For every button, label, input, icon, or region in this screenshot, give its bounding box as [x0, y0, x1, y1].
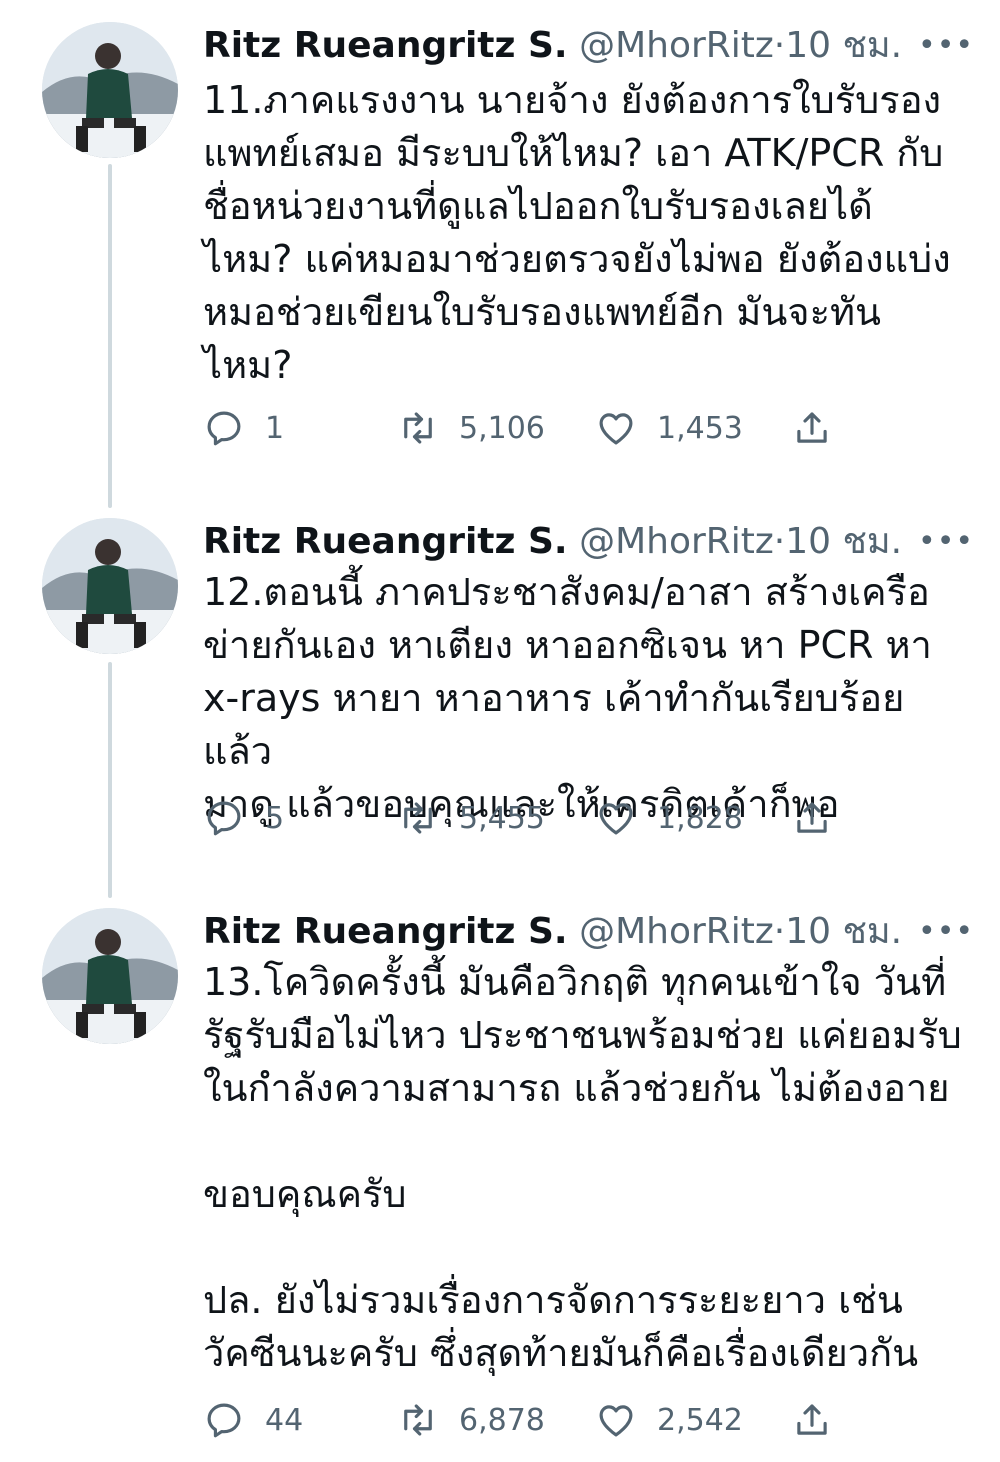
avatar-photo: [42, 22, 178, 158]
more-options-icon[interactable]: •••: [918, 28, 974, 63]
share-button[interactable]: [791, 406, 833, 450]
retweet-icon: [404, 802, 432, 834]
tweet-time[interactable]: 10 ชม.: [785, 521, 902, 562]
separator-dot: ·: [773, 521, 786, 562]
retweet-count: 5,106: [459, 410, 545, 446]
author-handle[interactable]: @MhorRitz: [579, 25, 774, 66]
heart-icon: [599, 803, 633, 835]
reply-count: 5: [265, 800, 285, 836]
author-handle[interactable]: @MhorRitz: [579, 521, 774, 562]
avatar-photo: [42, 518, 178, 654]
author-handle[interactable]: @MhorRitz: [579, 911, 774, 952]
like-count: 1,453: [657, 410, 743, 446]
share-button[interactable]: [791, 796, 833, 840]
tweet-header: Ritz Rueangritz S. @MhorRitz·10 ชม.: [203, 910, 902, 954]
heart-icon: [599, 1405, 633, 1437]
retweet-count: 6,878: [459, 1402, 545, 1438]
share-icon: [797, 802, 827, 833]
like-count: 1,828: [657, 800, 743, 836]
tweet-actions: 44 6,878 2,542: [203, 1398, 843, 1442]
tweet-text: 11.ภาคแรงงาน นายจ้าง ยังต้องการใบรับรอง …: [203, 78, 951, 387]
reply-icon: [207, 801, 241, 836]
retweet-icon: [404, 412, 432, 444]
like-button[interactable]: 2,542: [595, 1398, 743, 1442]
share-icon: [797, 412, 827, 443]
like-button[interactable]: 1,828: [595, 796, 743, 840]
retweet-button[interactable]: 5,455: [397, 796, 545, 840]
separator-dot: ·: [773, 25, 786, 66]
avatar[interactable]: [42, 22, 178, 158]
like-count: 2,542: [657, 1402, 743, 1438]
reply-count: 44: [265, 1402, 304, 1438]
tweet-actions: 1 5,106 1,453: [203, 406, 843, 450]
tweet-text: 12.ตอนนี้ ภาคประชาสังคม/อาสา สร้างเครือ …: [203, 570, 932, 826]
like-button[interactable]: 1,453: [595, 406, 743, 450]
retweet-button[interactable]: 6,878: [397, 1398, 545, 1442]
author-name[interactable]: Ritz Rueangritz S.: [203, 25, 568, 66]
author-name[interactable]: Ritz Rueangritz S.: [203, 911, 568, 952]
retweet-button[interactable]: 5,106: [397, 406, 545, 450]
heart-icon: [599, 413, 633, 445]
tweet[interactable]: Ritz Rueangritz S. @MhorRitz·10 ชม. ••• …: [0, 22, 1000, 482]
tweet-time[interactable]: 10 ชม.: [785, 25, 902, 66]
avatar[interactable]: [42, 908, 178, 1044]
tweet-text: 13.โควิดครั้งนี้ มันคือวิกฤติ ทุกคนเข้าใ…: [203, 960, 962, 1375]
reply-icon: [207, 1403, 241, 1438]
tweet-header: Ritz Rueangritz S. @MhorRitz·10 ชม.: [203, 24, 902, 68]
share-button[interactable]: [791, 1398, 833, 1442]
retweet-icon: [404, 1404, 432, 1436]
reply-button[interactable]: 1: [203, 406, 284, 450]
share-icon: [797, 1404, 827, 1435]
tweet-actions: 5 5,455 1,828: [203, 796, 843, 840]
tweet[interactable]: Ritz Rueangritz S. @MhorRitz·10 ชม. ••• …: [0, 518, 1000, 858]
tweet-header: Ritz Rueangritz S. @MhorRitz·10 ชม.: [203, 520, 902, 564]
reply-count: 1: [265, 410, 285, 446]
more-options-icon[interactable]: •••: [918, 914, 974, 949]
reply-icon: [207, 411, 241, 446]
avatar[interactable]: [42, 518, 178, 654]
tweet[interactable]: Ritz Rueangritz S. @MhorRitz·10 ชม. ••• …: [0, 908, 1000, 1448]
author-name[interactable]: Ritz Rueangritz S.: [203, 521, 568, 562]
more-options-icon[interactable]: •••: [918, 524, 974, 559]
reply-button[interactable]: 44: [203, 1398, 303, 1442]
separator-dot: ·: [773, 911, 786, 952]
avatar-photo: [42, 908, 178, 1044]
reply-button[interactable]: 5: [203, 796, 284, 840]
tweet-time[interactable]: 10 ชม.: [785, 911, 902, 952]
retweet-count: 5,455: [459, 800, 545, 836]
